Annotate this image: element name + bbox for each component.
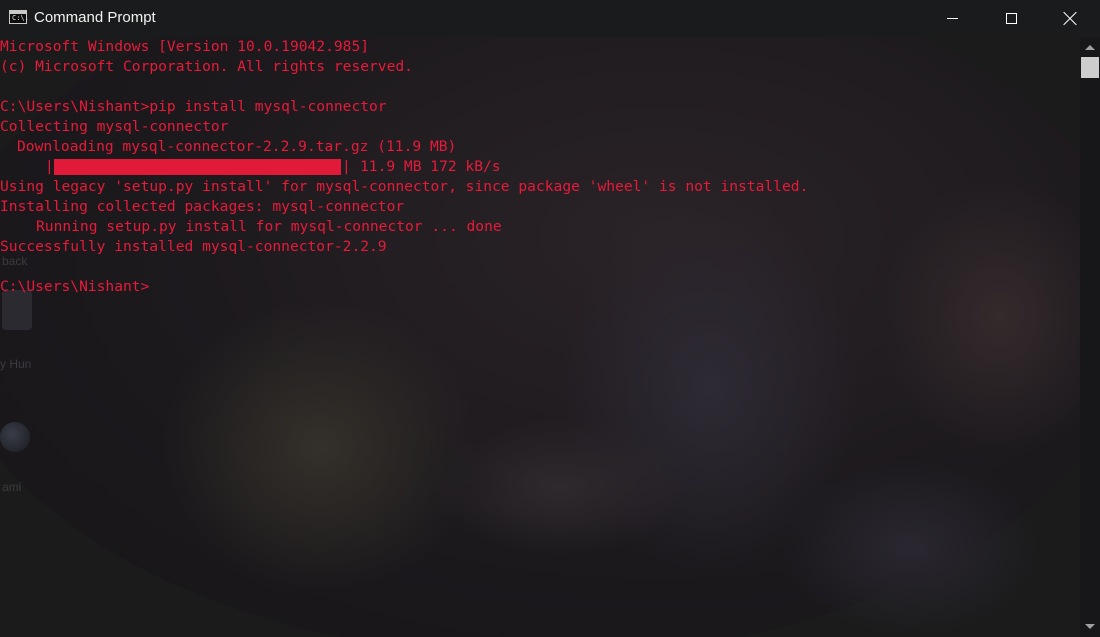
console-line: Installing collected packages: mysql-con…	[0, 198, 405, 215]
progress-left-bar: |	[45, 158, 54, 175]
console-line: Running setup.py install for mysql-conne…	[36, 218, 502, 235]
console-output[interactable]: Microsoft Windows [Version 10.0.19042.98…	[0, 37, 1080, 637]
console-line: Microsoft Windows [Version 10.0.19042.98…	[0, 38, 370, 55]
progress-text: 11.9 MB 172 kB/s	[360, 158, 501, 175]
progress-bar: | |	[45, 157, 351, 177]
scrollbar-thumb[interactable]	[1081, 57, 1099, 78]
close-button[interactable]	[1041, 0, 1099, 37]
console-line: Collecting mysql-connector	[0, 118, 229, 135]
cmd-icon[interactable]: C:\.	[9, 10, 29, 24]
progress-track	[54, 159, 341, 175]
scroll-up-arrow-icon[interactable]	[1080, 37, 1100, 57]
cmd-icon-text: C:\.	[12, 14, 29, 22]
maximize-icon	[1006, 13, 1017, 24]
title-bar[interactable]: C:\. Command Prompt	[0, 0, 1100, 37]
command-prompt-line[interactable]: C:\Users\Nishant>	[0, 277, 1080, 297]
minimize-icon	[947, 18, 958, 19]
progress-fill	[54, 159, 341, 175]
progress-right-bar: |	[342, 158, 351, 175]
close-icon	[1063, 12, 1077, 26]
vertical-scrollbar[interactable]	[1080, 37, 1100, 637]
scroll-down-arrow-icon[interactable]	[1080, 617, 1100, 637]
window-title: Command Prompt	[34, 9, 156, 26]
minimize-button[interactable]	[924, 0, 982, 37]
command-prompt-window: C:\. Command Prompt back y Hun ami Micro…	[0, 0, 1100, 637]
console-line: (c) Microsoft Corporation. All rights re…	[0, 58, 413, 75]
maximize-button[interactable]	[982, 0, 1040, 37]
download-progress-line: | | 11.9 MB 172 kB/s	[0, 157, 1080, 177]
console-line: Using legacy 'setup.py install' for mysq…	[0, 178, 809, 195]
console-line: Successfully installed mysql-connector-2…	[0, 238, 387, 255]
console-line: Downloading mysql-connector-2.2.9.tar.gz…	[17, 138, 457, 155]
console-line: C:\Users\Nishant>pip install mysql-conne…	[0, 98, 387, 115]
